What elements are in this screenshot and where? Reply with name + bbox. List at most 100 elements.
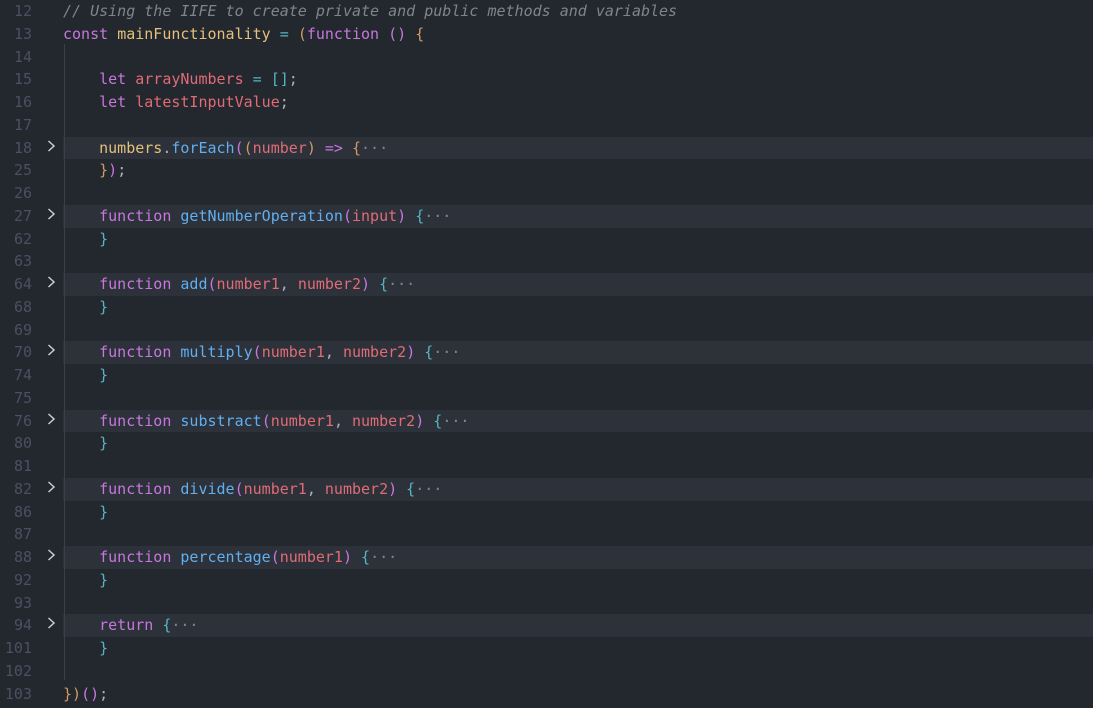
code-token: )	[406, 343, 416, 362]
code-token: getNumberOperation	[180, 206, 343, 225]
fold-chevron-icon[interactable]	[44, 614, 58, 637]
code-line[interactable]: 101 }	[0, 637, 1093, 660]
code-token: ()	[81, 684, 100, 703]
code-line[interactable]: 75	[0, 387, 1093, 410]
code-line[interactable]: 86 }	[0, 501, 1093, 524]
code-line[interactable]: 14	[0, 46, 1093, 69]
code-line[interactable]: 102	[0, 660, 1093, 683]
code-token: ,	[333, 411, 352, 430]
code-line[interactable]: 94 return {···	[0, 614, 1093, 637]
code-line[interactable]: 17	[0, 114, 1093, 137]
code-token: {	[352, 138, 362, 157]
code-line[interactable]: 76 function substract(number1, number2) …	[0, 409, 1093, 433]
code-token: numbers	[63, 138, 163, 157]
code-line[interactable]: 18 numbers.forEach((number) => {···	[0, 136, 1093, 160]
folded-ellipsis[interactable]: ···	[361, 139, 388, 157]
code-line[interactable]: 74 }	[0, 364, 1093, 387]
code-line[interactable]: 88 function percentage(number1) {···	[0, 546, 1093, 569]
code-token: {	[406, 24, 425, 43]
fold-chevron-icon[interactable]	[44, 273, 58, 296]
line-number: 87	[13, 525, 32, 544]
code-line[interactable]: 69	[0, 319, 1093, 342]
line-number: 92	[13, 570, 32, 589]
code-token: number1	[261, 343, 325, 362]
line-content: }	[63, 637, 108, 660]
code-token: (	[207, 275, 217, 293]
code-editor[interactable]: 12 // Using the IIFE to create private an…	[0, 0, 1093, 708]
code-line[interactable]: 25 });	[0, 159, 1093, 182]
line-content: function getNumberOperation(input) {···	[63, 205, 451, 228]
folded-ellipsis[interactable]: ···	[415, 480, 442, 498]
line-content: function percentage(number1) {···	[63, 546, 397, 569]
code-token: number1	[270, 411, 334, 430]
line-content: }	[63, 569, 108, 592]
line-number: 63	[13, 252, 32, 271]
code-token: input	[352, 206, 398, 225]
code-token: ;	[279, 93, 289, 111]
code-line[interactable]: 63	[0, 250, 1093, 273]
fold-chevron-icon[interactable]	[44, 410, 58, 433]
folded-ellipsis[interactable]: ···	[442, 412, 469, 430]
folded-ellipsis[interactable]: ···	[171, 616, 198, 634]
code-line[interactable]: 15 let arrayNumbers = [];	[0, 68, 1093, 91]
fold-chevron-icon[interactable]	[44, 137, 58, 160]
code-token: ;	[288, 70, 298, 89]
code-line[interactable]: 16 let latestInputValue;	[0, 91, 1093, 114]
code-line[interactable]: 70 function multiply(number1, number2) {…	[0, 341, 1093, 364]
code-token: ,	[324, 343, 343, 362]
fold-chevron-icon[interactable]	[44, 546, 58, 569]
code-line[interactable]: 82 function divide(number1, number2) {··…	[0, 477, 1093, 501]
code-token: }	[63, 570, 109, 589]
line-number: 74	[13, 366, 32, 384]
line-number: 16	[13, 93, 32, 111]
code-token: }	[63, 297, 109, 316]
fold-chevron-icon[interactable]	[44, 205, 58, 228]
code-token: number1	[216, 275, 280, 293]
code-token: latestInputValue	[135, 93, 280, 111]
code-lines: 12 // Using the IIFE to create private an…	[0, 0, 1093, 705]
folded-ellipsis[interactable]: ···	[370, 548, 397, 566]
code-token: return	[63, 616, 163, 635]
fold-chevron-icon[interactable]	[44, 341, 58, 364]
code-line[interactable]: 93	[0, 592, 1093, 615]
fold-chevron-icon[interactable]	[44, 478, 58, 501]
code-token: ,	[306, 479, 325, 498]
line-number: 62	[13, 229, 32, 248]
line-content: }	[63, 432, 108, 455]
code-token: ()	[388, 24, 407, 43]
line-number: 103	[4, 684, 32, 703]
line-number: 12	[13, 2, 32, 20]
code-line[interactable]: 12 // Using the IIFE to create private an…	[0, 0, 1093, 23]
line-content: return {···	[63, 614, 198, 637]
line-content: }	[63, 228, 108, 251]
code-line[interactable]: 81	[0, 455, 1093, 478]
code-line[interactable]: 80 }	[0, 432, 1093, 455]
code-line[interactable]: 64 function add(number1, number2) {···	[0, 273, 1093, 296]
code-token: number2	[324, 479, 389, 498]
code-line[interactable]: 13 const mainFunctionality = (function ()…	[0, 23, 1093, 46]
code-line[interactable]: 68 }	[0, 296, 1093, 319]
code-line[interactable]: 87	[0, 523, 1093, 546]
code-line[interactable]: 103})();	[0, 683, 1093, 706]
line-content: let latestInputValue;	[63, 91, 289, 114]
code-token: forEach	[171, 138, 235, 157]
folded-ellipsis[interactable]: ···	[424, 207, 451, 225]
code-token: {	[397, 479, 416, 498]
code-line[interactable]: 92 }	[0, 569, 1093, 592]
line-number: 81	[13, 457, 32, 475]
folded-ellipsis[interactable]: ···	[388, 275, 415, 293]
folded-ellipsis[interactable]: ···	[433, 343, 460, 361]
code-line[interactable]: 26	[0, 182, 1093, 205]
code-line[interactable]: 27 function getNumberOperation(input) {·…	[0, 204, 1093, 228]
code-line[interactable]: 62 }	[0, 228, 1093, 251]
code-token: {	[370, 275, 389, 293]
code-token: }	[63, 229, 109, 248]
code-token: function	[63, 343, 181, 362]
code-token: }	[63, 366, 109, 384]
line-number: 27	[13, 206, 32, 225]
code-token: function	[63, 479, 181, 498]
line-number: 15	[13, 70, 32, 89]
code-token: }	[63, 434, 109, 453]
code-token: number2	[297, 275, 362, 293]
code-token: arrayNumbers	[135, 70, 244, 89]
